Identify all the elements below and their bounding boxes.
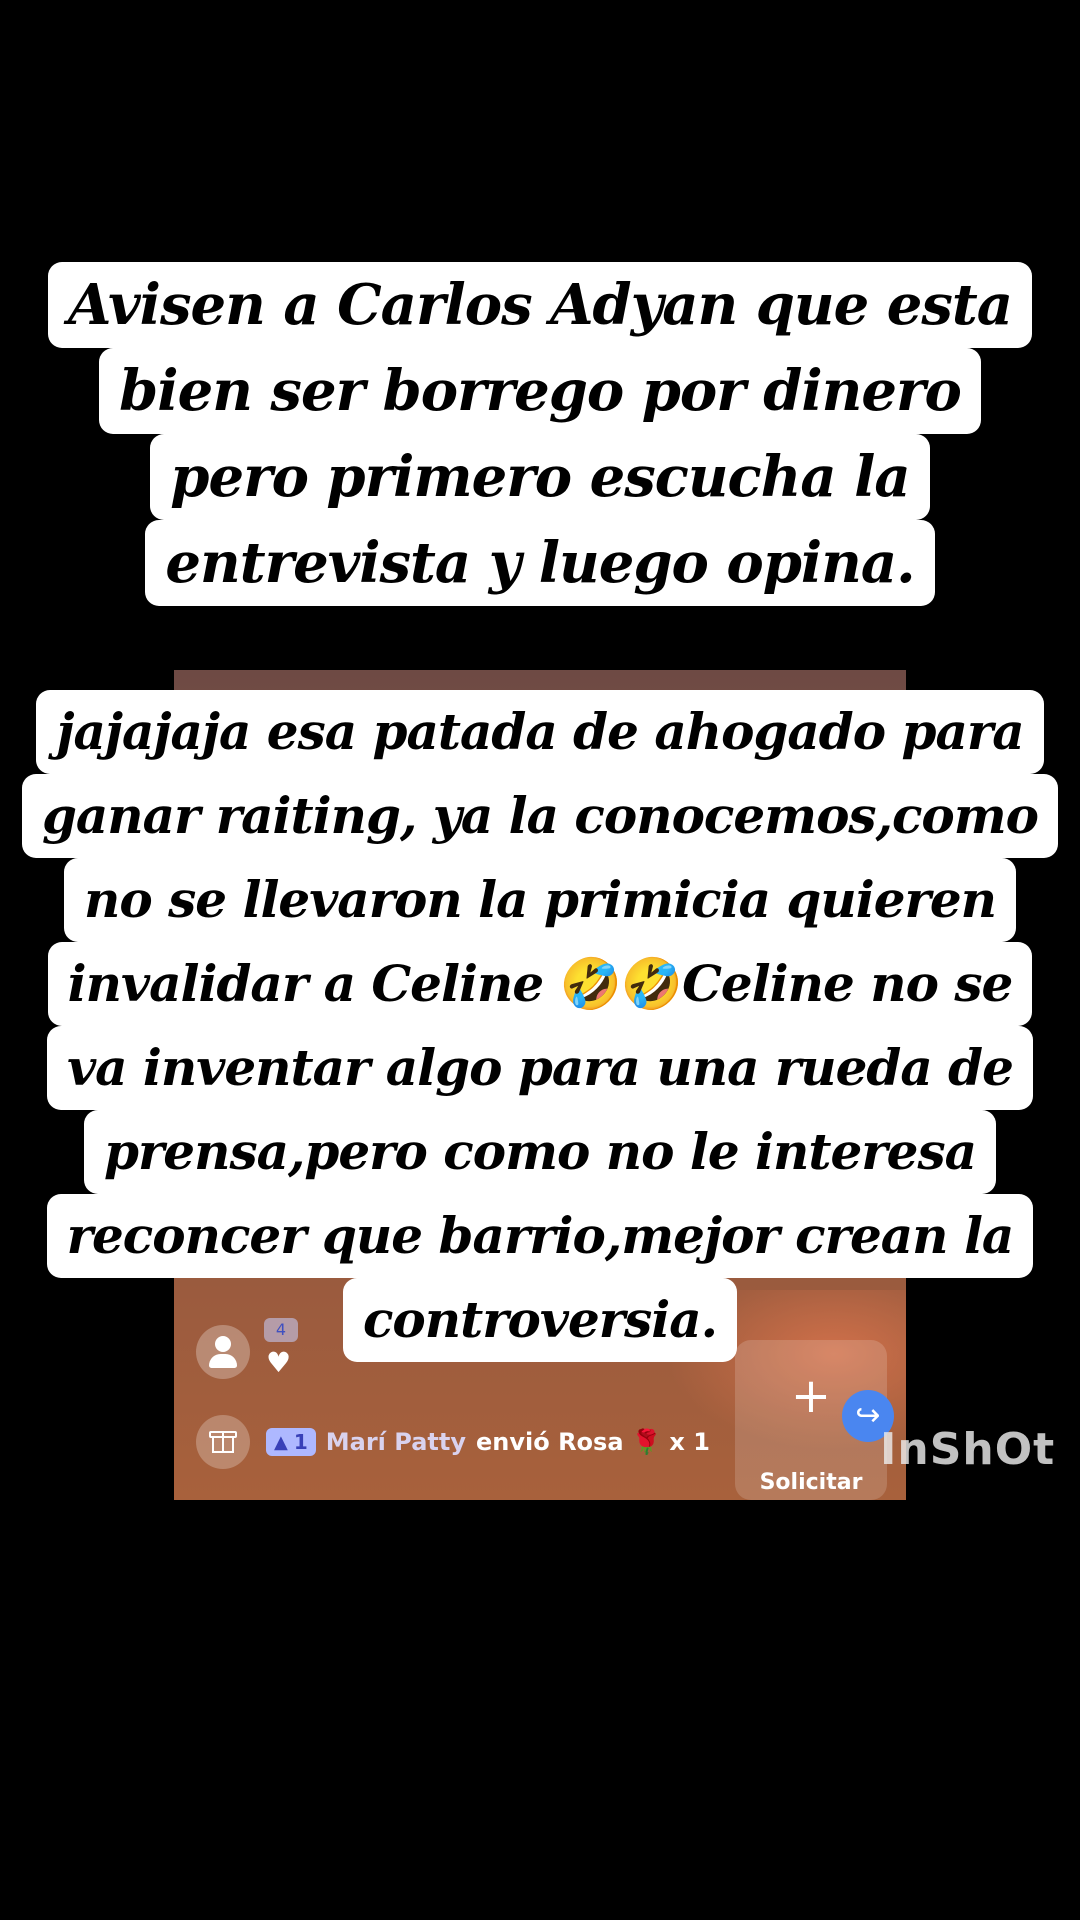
caption-bottom-line: no se llevaron la primicia quieren xyxy=(63,858,1017,942)
inshot-watermark: InShOt xyxy=(880,1424,1056,1475)
caption-bottom-line: jajajaja esa patada de ahogado para xyxy=(36,690,1044,774)
caption-line-text: Celine no se xyxy=(682,954,1013,1013)
caption-bottom-line: ganar raiting, ya la conocemos,como xyxy=(21,774,1059,858)
gift-sender-name[interactable]: Marí Patty xyxy=(326,1428,466,1456)
caption-top: Avisen a Carlos Adyan que esta bien ser … xyxy=(0,262,1080,606)
caption-bottom-line: va inventar algo para una rueda de xyxy=(47,1026,1033,1110)
caption-top-line: bien ser borrego por dinero xyxy=(99,348,981,434)
level-number: 1 xyxy=(293,1430,308,1454)
gift-notification: ▲ 1 Marí Patty envió Rosa 🌹 x 1 xyxy=(196,1415,710,1469)
request-label: Solicitar xyxy=(759,1470,863,1495)
caption-bottom-line: invalidar a Celine 🤣🤣Celine no se xyxy=(47,942,1033,1026)
caption-line-text: invalidar a Celine xyxy=(67,954,560,1013)
caption-bottom: jajajaja esa patada de ahogado para gana… xyxy=(0,690,1080,1362)
caption-top-line: entrevista y luego opina. xyxy=(145,520,935,606)
caption-bottom-line: prensa,pero como no le interesa xyxy=(83,1110,997,1194)
caption-top-line: pero primero escucha la xyxy=(150,434,930,520)
gift-icon[interactable] xyxy=(196,1415,250,1469)
level-icon: ▲ xyxy=(274,1431,288,1453)
laughing-emoji-icon: 🤣🤣 xyxy=(559,955,684,1013)
caption-bottom-line: controversia. xyxy=(342,1278,738,1362)
gift-action-text: envió Rosa xyxy=(476,1428,624,1456)
caption-top-line: Avisen a Carlos Adyan que esta xyxy=(47,262,1033,348)
rose-icon: 🌹 xyxy=(631,1428,662,1456)
user-level-badge: ▲ 1 xyxy=(266,1428,316,1456)
caption-bottom-line: reconcer que barrio,mejor crean la xyxy=(46,1194,1034,1278)
gift-count: x 1 xyxy=(669,1428,710,1456)
